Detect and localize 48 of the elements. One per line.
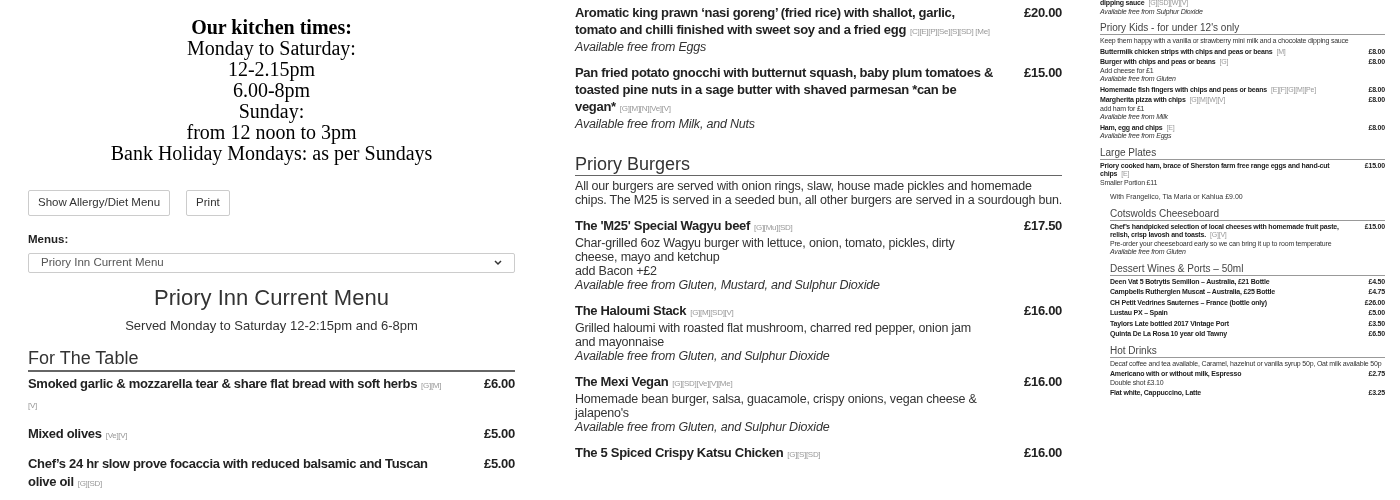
item-name: Pan fried potato gnocchi with butternut squash, baby plum tomatoes & toasted pine nuts in a sage butter with shaved parmesan *can be vegan* [G][M][N][Ve][V]	[575, 64, 994, 116]
menu-subtitle: Served Monday to Saturday 12-2:15pm and 6-8pm	[124, 316, 419, 335]
item-name: Chef’s 24 hr slow prove focaccia with reduced balsamic and Tuscan olive oil [G][SD]	[28, 455, 429, 491]
menu-select[interactable]: Priory Inn Current Menu	[28, 253, 515, 273]
item-name: Mixed olives [Ve][V]	[28, 425, 129, 443]
kitchen-times-line: Monday to Saturday:	[187, 38, 356, 59]
item-price: £16.00	[1023, 373, 1062, 391]
item-description: add Bacon +£2	[575, 264, 658, 278]
menu-button[interactable]: Show Allergy/Diet Menu	[28, 190, 171, 216]
section-heading: Hot Drinks	[1110, 344, 1385, 358]
item-price: £15.00	[1023, 64, 1062, 82]
availability-note: Available free from Gluten, and Sulphur Dioxide	[575, 420, 831, 434]
item-description: Homemade bean burger, salsa, guacamole, crispy onions, vegan cheese & jalapeno's	[575, 392, 978, 420]
kitchen-times-line: Bank Holiday Mondays: as per Sundays	[110, 143, 433, 164]
item-name: The Haloumi Stack [G][M][SD][V]	[575, 302, 735, 320]
kitchen-times-line: 6.00-8pm	[232, 80, 311, 101]
section-intro: All our burgers are served with onion rings, slaw, house made pickles and homemade chips. The M25 is served in a seeded bun, all other burgers are served in a sourdough bun.	[575, 179, 1062, 207]
item-name: The 5 Spiced Crispy Katsu Chicken [G][S][SD]	[575, 444, 822, 462]
item-name: The Mexi Vegan [G][SD][Ve][V][Me]	[575, 373, 734, 391]
section-heading: Large Plates	[1100, 146, 1385, 160]
availability-note: Available free from Gluten, Mustard, and Sulphur Dioxide	[575, 278, 881, 292]
item-description: Grilled haloumi with roasted flat mushroom, charred red pepper, onion jam and mayonnaise	[575, 321, 973, 349]
kitchen-times-line: from 12 noon to 3pm	[186, 122, 357, 143]
section-heading: Cotswolds Cheeseboard	[1110, 207, 1385, 221]
item-price: £5.00	[482, 425, 515, 443]
menu-title: Priory Inn Current Menu	[153, 284, 390, 311]
availability-note: Available free from Gluten, and Sulphur Dioxide	[575, 349, 831, 363]
item-price: £20.00	[1023, 4, 1062, 22]
menu-button[interactable]: Print	[186, 190, 230, 216]
availability-note: Available free from Milk, and Nuts	[575, 117, 756, 131]
item-price: £5.00	[482, 455, 515, 473]
kitchen-times-line: 12-2.15pm	[227, 59, 316, 80]
section-heading: Dessert Wines & Ports – 50ml	[1110, 262, 1385, 276]
availability-note: Available free from Eggs	[575, 40, 708, 54]
kitchen-times-line: Sunday:	[238, 101, 305, 122]
section-heading: Priory Kids - for under 12's only	[1100, 22, 1385, 35]
item-name: Aromatic king prawn ‘nasi goreng’ (fried rice) with shallot, garlic, tomato and chilli finished with sweet soy and a fried egg [C][E][P][Se][S][SD] [Me]	[575, 4, 991, 39]
section-heading: Priory Burgers	[575, 153, 1062, 176]
kitchen-times-title: Our kitchen times:	[191, 17, 352, 38]
item-name: The 'M25' Special Wagyu beef [G][Mu][SD]	[575, 217, 794, 235]
item-price: £16.00	[1023, 302, 1062, 320]
item-price: £17.50	[1023, 217, 1062, 235]
item-name: Smoked garlic & mozzarella tear & share flat bread with soft herbs [G][M][V]	[28, 375, 443, 412]
item-price: £16.00	[1023, 444, 1062, 462]
menus-label: Menus:	[28, 232, 70, 247]
section-heading: For The Table	[28, 347, 515, 372]
chevron-icon	[494, 259, 502, 266]
item-price: £6.00	[482, 375, 515, 393]
